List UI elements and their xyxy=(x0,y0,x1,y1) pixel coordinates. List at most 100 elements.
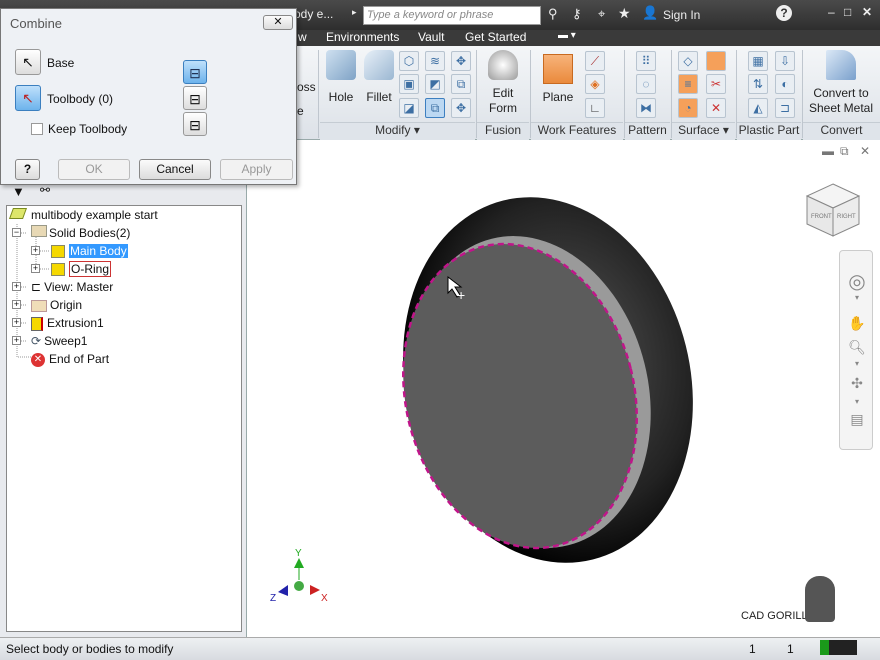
trim-icon[interactable]: ✂ xyxy=(706,74,726,94)
tab-view[interactable]: w xyxy=(298,30,307,44)
cut-button[interactable]: ⊟ xyxy=(183,86,207,110)
dialog-close-button[interactable]: ✕ xyxy=(263,15,293,30)
chamfer-icon[interactable]: ⬡ xyxy=(399,51,419,71)
viewport-close-icon[interactable]: ✕ xyxy=(860,144,870,158)
viewcube-right: RIGHT xyxy=(837,214,856,220)
expand-icon[interactable]: + xyxy=(12,282,21,291)
move-bodies-icon[interactable]: ✥ xyxy=(451,98,471,118)
move-face-icon[interactable]: ✥ xyxy=(451,51,471,71)
viewport-restore-icon[interactable]: ⧉ xyxy=(840,144,849,159)
axis-x-label: X xyxy=(321,593,328,604)
sign-in-link[interactable]: Sign In xyxy=(663,8,700,22)
pan-icon[interactable]: ✋ xyxy=(840,315,874,332)
zoom-icon[interactable]: 🔍︎ xyxy=(840,339,874,356)
extend-icon[interactable]: ◔ xyxy=(678,98,698,118)
chevron-right-icon[interactable]: ▸ xyxy=(352,7,357,18)
watermark-text: CAD GORILLA xyxy=(741,610,815,622)
user-icon[interactable]: 👤 xyxy=(642,5,658,21)
tree-label: Main Body xyxy=(69,244,128,258)
join-button[interactable]: ⊟ xyxy=(183,60,207,84)
panel-surface[interactable]: Surface ▾ xyxy=(672,122,735,140)
edit-form-button[interactable]: Edit Form xyxy=(482,50,524,116)
rest-icon[interactable]: ⇅ xyxy=(748,74,768,94)
expand-icon[interactable]: + xyxy=(12,300,21,309)
split-icon[interactable]: ◩ xyxy=(425,74,445,94)
tree-item-end-of-part[interactable]: ✕ End of Part xyxy=(31,351,109,367)
expand-icon[interactable]: + xyxy=(31,264,40,273)
copy-object-icon[interactable]: ⧉ xyxy=(451,74,471,94)
rule-fillet-icon[interactable]: ◭ xyxy=(748,98,768,118)
help-icon[interactable]: ? xyxy=(776,5,792,21)
minimize-button[interactable]: – xyxy=(828,5,835,19)
filter-icon[interactable]: ▼ xyxy=(12,184,25,199)
status-count-2: 1 xyxy=(787,642,794,656)
fillet-button[interactable]: Fillet xyxy=(362,50,396,105)
end-of-part-icon: ✕ xyxy=(31,352,45,367)
base-selector-button[interactable]: ↖ xyxy=(15,49,41,75)
tree-root[interactable]: multibody example start xyxy=(8,207,158,223)
satellite-icon[interactable]: ⌖ xyxy=(598,6,605,22)
mirror-icon[interactable]: ⧓ xyxy=(636,98,656,118)
panel-modify[interactable]: Modify ▾ xyxy=(320,122,475,140)
stitch-icon[interactable] xyxy=(706,51,726,71)
sheet-metal-icon xyxy=(826,50,856,80)
draft-icon[interactable]: ◪ xyxy=(399,98,419,118)
tree-item-extrusion[interactable]: Extrusion1 xyxy=(31,315,104,331)
thicken-icon[interactable]: ◇ xyxy=(678,51,698,71)
tab-environments[interactable]: Environments xyxy=(326,30,399,44)
coil-icon[interactable]: ≋ xyxy=(425,51,445,71)
graphics-viewport[interactable]: ▬ ⧉ ✕ FRONT RIGHT ◎ ▾ ✋ 🔍︎ ▾ ✣ ▾ ▤ + Y X… xyxy=(248,140,880,637)
lip-icon[interactable]: ⊐ xyxy=(775,98,795,118)
tab-get-started[interactable]: Get Started xyxy=(465,30,526,44)
toolbody-selector-button[interactable]: ↖ xyxy=(15,85,41,111)
model-disc[interactable]: + Y X Z xyxy=(248,140,838,637)
star-icon[interactable]: ★ xyxy=(618,5,631,22)
ucs-icon[interactable]: ∟ xyxy=(585,98,605,118)
work-axis-icon[interactable]: ⟋ xyxy=(585,51,605,71)
keep-toolbody-label: Keep Toolbody xyxy=(48,122,128,136)
circular-pattern-icon[interactable]: ◌ xyxy=(636,74,656,94)
tree-item-sweep[interactable]: ⟳ Sweep1 xyxy=(31,333,87,349)
steering-wheel-icon[interactable]: ◎ xyxy=(840,269,874,294)
expand-icon[interactable]: + xyxy=(12,336,21,345)
axis-z-label: Z xyxy=(270,593,276,604)
keep-toolbody-checkbox[interactable] xyxy=(31,123,43,135)
ribbon-options-icon[interactable]: ▬ ▾ xyxy=(558,30,576,41)
convert-sheet-metal-button[interactable]: Convert to Sheet Metal xyxy=(806,50,876,116)
solid-body-icon xyxy=(51,263,65,277)
tree-item-main-body[interactable]: Main Body xyxy=(51,243,128,259)
ok-button[interactable]: OK xyxy=(58,159,130,180)
work-point-icon[interactable]: ◈ xyxy=(585,74,605,94)
intersect-button[interactable]: ⊟ xyxy=(183,112,207,136)
search-input[interactable]: Type a keyword or phrase xyxy=(363,6,541,25)
tree-item-solid-bodies[interactable]: Solid Bodies(2) xyxy=(31,225,130,241)
tree-item-origin[interactable]: Origin xyxy=(31,297,82,313)
cancel-button[interactable]: Cancel xyxy=(139,159,211,180)
collapse-icon[interactable]: − xyxy=(12,228,21,237)
shell-icon[interactable]: ▣ xyxy=(399,74,419,94)
rectangular-pattern-icon[interactable]: ⠿ xyxy=(636,51,656,71)
expand-icon[interactable]: + xyxy=(31,246,40,255)
look-at-icon[interactable]: ▤ xyxy=(840,411,874,428)
plane-button[interactable]: Plane xyxy=(538,50,578,105)
sculpt-icon[interactable]: ≡ xyxy=(678,74,698,94)
binoculars-icon[interactable]: ⚯ xyxy=(40,183,50,197)
hole-button[interactable]: Hole xyxy=(324,50,358,105)
binoculars-icon[interactable]: ⚲ xyxy=(548,6,558,22)
close-button[interactable]: ✕ xyxy=(862,5,872,19)
combine-icon[interactable]: ⧉ xyxy=(425,98,445,118)
snap-fit-icon[interactable]: ◐ xyxy=(775,74,795,94)
maximize-button[interactable]: □ xyxy=(844,5,851,19)
tree-item-o-ring[interactable]: O-Ring xyxy=(51,261,112,277)
grill-icon[interactable]: ▦ xyxy=(748,51,768,71)
expand-icon[interactable]: + xyxy=(12,318,21,327)
boss-icon[interactable]: ⇩ xyxy=(775,51,795,71)
tree-item-view[interactable]: ⊏ View: Master xyxy=(31,279,113,295)
key-icon[interactable]: ⚷ xyxy=(572,6,582,22)
apply-button[interactable]: Apply xyxy=(220,159,293,180)
delete-face-icon[interactable]: ✕ xyxy=(706,98,726,118)
tab-vault[interactable]: Vault xyxy=(418,30,444,44)
fillet-label: Fillet xyxy=(366,90,392,104)
help-button[interactable]: ? xyxy=(15,159,40,180)
orbit-icon[interactable]: ✣ xyxy=(840,375,874,392)
